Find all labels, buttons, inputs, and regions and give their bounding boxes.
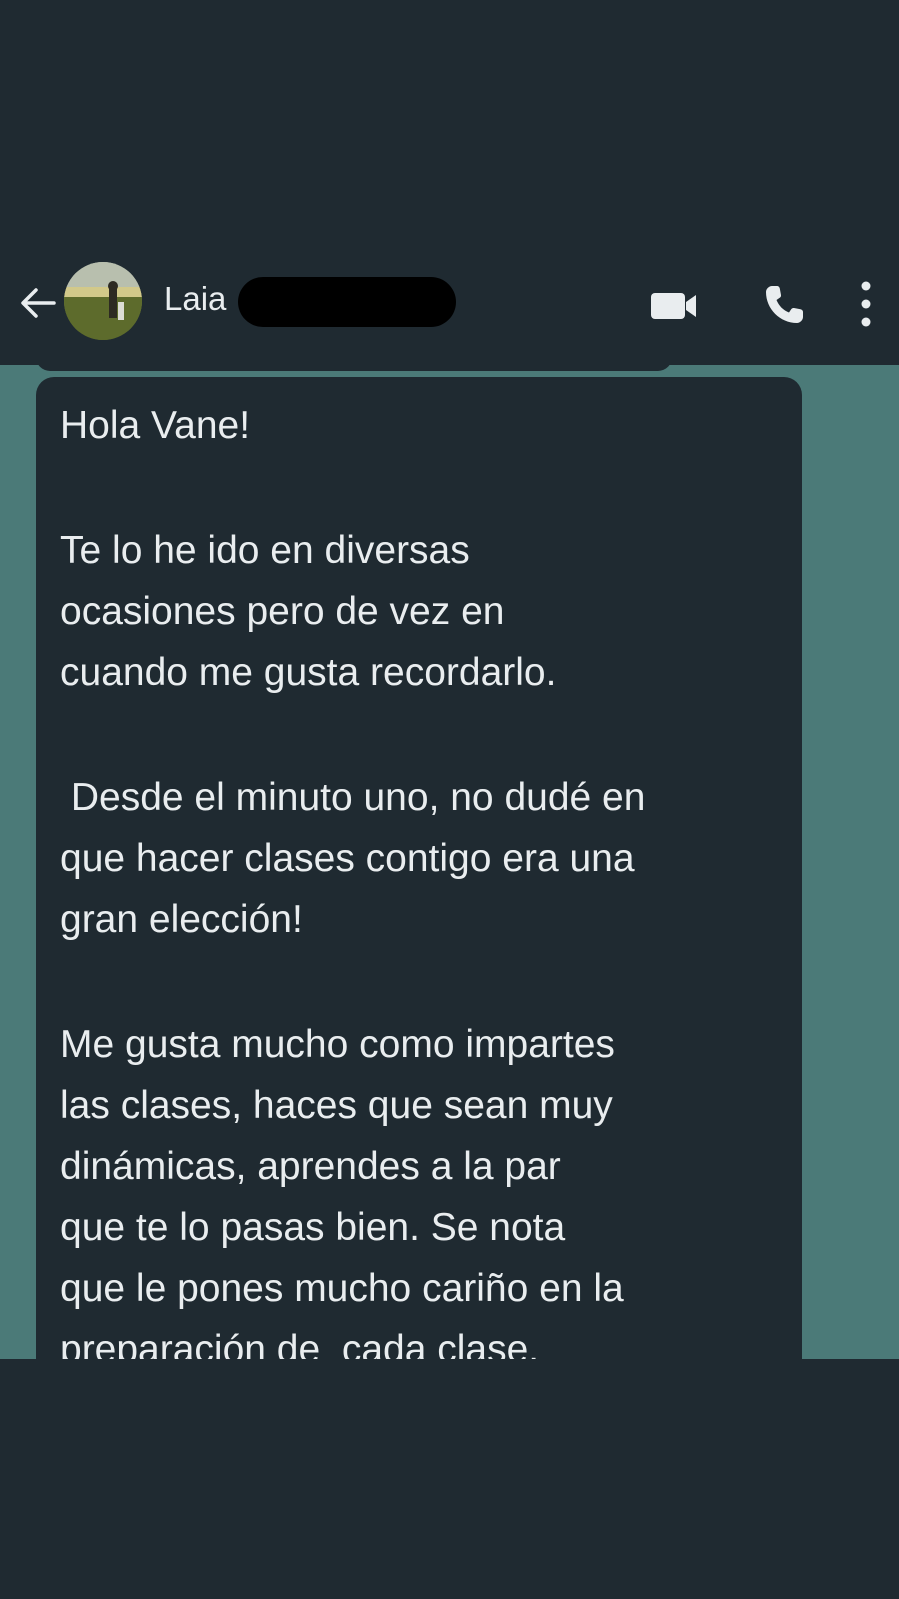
back-button[interactable] bbox=[16, 281, 60, 325]
incoming-message-bubble[interactable]: Hola Vane! Te lo he ido en diversas ocas… bbox=[36, 377, 802, 1359]
chat-wallpaper: Hola Vane! Te lo he ido en diversas ocas… bbox=[0, 365, 899, 1359]
message-paragraph: Me gusta mucho como impartes las clases,… bbox=[60, 1023, 624, 1359]
message-paragraph: Desde el minuto uno, no dudé en que hace… bbox=[60, 776, 646, 941]
chat-header: Laia bbox=[0, 255, 899, 365]
contact-name[interactable]: Laia bbox=[164, 277, 226, 321]
chat-screen: Laia Hola Vane! Te lo he ido en diversas… bbox=[0, 0, 899, 1599]
redacted-surname bbox=[238, 277, 456, 327]
previous-message-bubble bbox=[36, 365, 672, 371]
message-paragraph: Hola Vane! bbox=[60, 404, 251, 447]
message-paragraph: Te lo he ido en diversas ocasiones pero … bbox=[60, 529, 557, 694]
avatar-photo bbox=[64, 262, 142, 340]
video-call-button[interactable] bbox=[648, 277, 702, 331]
arrow-left-icon bbox=[21, 288, 56, 318]
bottom-area bbox=[0, 1359, 899, 1599]
phone-icon bbox=[766, 286, 803, 323]
video-call-icon bbox=[651, 293, 696, 319]
contact-avatar[interactable] bbox=[64, 262, 142, 340]
more-options-button[interactable] bbox=[856, 277, 896, 331]
more-vert-icon bbox=[861, 281, 871, 327]
voice-call-button[interactable] bbox=[758, 277, 812, 331]
